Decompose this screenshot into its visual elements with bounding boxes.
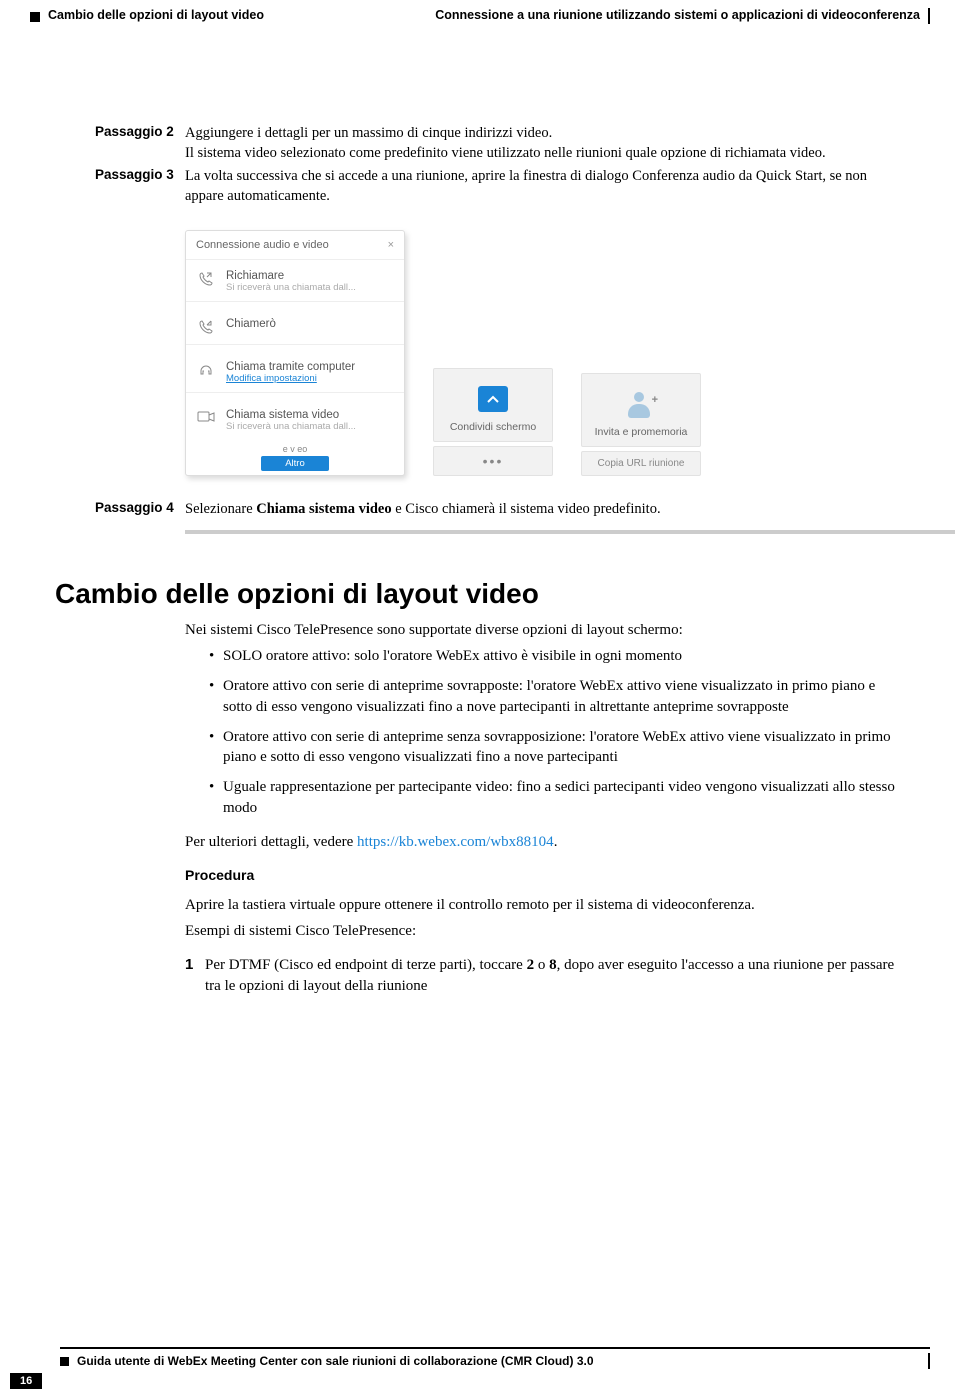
page-header: Cambio delle opzioni di layout video Con… (0, 0, 960, 24)
dialog-other-button[interactable]: Altro (261, 456, 329, 471)
option-call-computer-link[interactable]: Modifica impostazioni (226, 373, 355, 384)
audio-video-dialog: Connessione audio e video × Richiamare S… (185, 230, 405, 476)
option-callback-title: Richiamare (226, 270, 356, 282)
proc-1-mid: o (534, 957, 549, 973)
dialog-title: Connessione audio e video (196, 239, 329, 251)
step-2-row: Passaggio 2 Aggiungere i dettagli per un… (95, 124, 905, 163)
bullet-4-text: Uguale rappresentazione per partecipante… (223, 777, 905, 818)
steps-block: Passaggio 2 Aggiungere i dettagli per un… (95, 124, 905, 206)
step-2-text: Aggiungere i dettagli per un massimo di … (185, 124, 905, 163)
person-plus-icon: + (626, 390, 656, 418)
bullet-1-text: SOLO oratore attivo: solo l'oratore WebE… (223, 646, 682, 666)
footer-vrule (928, 1353, 930, 1369)
footer-marker (60, 1357, 69, 1366)
share-tile-column: Condividi schermo ••• (433, 368, 553, 476)
bullet-3: •Oratore attivo con serie di anteprime s… (209, 727, 905, 768)
dialog-footer: e v eo Altro (186, 444, 404, 475)
share-more-tile[interactable]: ••• (433, 446, 553, 476)
bullet-list: •SOLO oratore attivo: solo l'oratore Web… (209, 646, 905, 818)
headset-icon (196, 361, 216, 379)
header-marker (30, 12, 40, 22)
proc-1-num: 1 (185, 955, 205, 996)
procedure-heading: Procedura (185, 866, 905, 885)
page-number: 16 (10, 1373, 42, 1389)
header-right: Connessione a una riunione utilizzando s… (435, 8, 930, 24)
dialog-foot-tiny: e v eo (186, 444, 404, 454)
step-2-line1: Aggiungere i dettagli per un massimo di … (185, 125, 552, 141)
phone-out-icon (196, 318, 216, 336)
copy-url-label: Copia URL riunione (598, 458, 685, 469)
header-left-text: Cambio delle opzioni di layout video (48, 8, 264, 22)
step-3-row: Passaggio 3 La volta successiva che si a… (95, 167, 905, 206)
bullet-2-text: Oratore attivo con serie di anteprime so… (223, 676, 905, 717)
footer-title: Guida utente di WebEx Meeting Center con… (77, 1354, 920, 1368)
step-4-row: Passaggio 4 Selezionare Chiama sistema v… (95, 500, 905, 520)
invite-label: Invita e promemoria (586, 426, 696, 438)
option-i-will-call[interactable]: Chiamerò (186, 308, 404, 338)
video-system-icon (196, 409, 216, 427)
section-more: Per ulteriori dettagli, vedere https://k… (185, 832, 905, 852)
procedure-intro2: Esempi di sistemi Cisco TelePresence: (185, 921, 905, 941)
invite-tile-column: + Invita e promemoria Copia URL riunione (581, 373, 701, 476)
page-content: Passaggio 2 Aggiungere i dettagli per un… (0, 24, 960, 996)
option-call-computer-title: Chiama tramite computer (226, 361, 355, 373)
step-4-emph: Chiama sistema video (256, 501, 391, 517)
proc-1-text: Per DTMF (Cisco ed endpoint di terze par… (205, 955, 905, 996)
steps-block-2: Passaggio 4 Selezionare Chiama sistema v… (95, 500, 905, 520)
step-4-pre: Selezionare (185, 501, 256, 517)
step-4-post: e Cisco chiamerà il sistema video predef… (392, 501, 661, 517)
copy-url-tile[interactable]: Copia URL riunione (581, 451, 701, 476)
option-callback[interactable]: Richiamare Si riceverà una chiamata dall… (186, 260, 404, 295)
bullet-3-text: Oratore attivo con serie di anteprime se… (223, 727, 905, 768)
section-intro: Nei sistemi Cisco TelePresence sono supp… (185, 620, 905, 640)
step-4-label: Passaggio 4 (95, 500, 185, 520)
option-call-video-system-sub: Si riceverà una chiamata dall... (226, 421, 356, 432)
step-2-line2: Il sistema video selezionato come predef… (185, 145, 826, 161)
header-rule (928, 8, 930, 24)
share-screen-label: Condividi schermo (438, 421, 548, 433)
footer-rule (60, 1347, 930, 1349)
option-i-will-call-title: Chiamerò (226, 318, 276, 330)
bullet-2: •Oratore attivo con serie di anteprime s… (209, 676, 905, 717)
proc-1-b1: 2 (527, 957, 535, 973)
close-icon[interactable]: × (388, 239, 394, 251)
page-footer: Guida utente di WebEx Meeting Center con… (0, 1347, 960, 1389)
section-rule (185, 530, 955, 534)
invite-tile[interactable]: + Invita e promemoria (581, 373, 701, 447)
step-3-text: La volta successiva che si accede a una … (185, 167, 905, 206)
option-callback-sub: Si riceverà una chiamata dall... (226, 282, 356, 293)
step-4-text: Selezionare Chiama sistema video e Cisco… (185, 500, 905, 520)
share-screen-tile[interactable]: Condividi schermo (433, 368, 553, 442)
section-title: Cambio delle opzioni di layout video (55, 578, 905, 610)
option-call-video-system[interactable]: Chiama sistema video Si riceverà una chi… (186, 399, 404, 444)
option-call-computer[interactable]: Chiama tramite computer Modifica imposta… (186, 351, 404, 386)
dialog-header: Connessione audio e video × (186, 231, 404, 260)
bullet-4: •Uguale rappresentazione per partecipant… (209, 777, 905, 818)
step-2-label: Passaggio 2 (95, 124, 185, 163)
header-left: Cambio delle opzioni di layout video (30, 8, 264, 24)
more-link[interactable]: https://kb.webex.com/wbx88104 (357, 834, 554, 850)
option-call-video-system-title: Chiama sistema video (226, 409, 356, 421)
more-pre: Per ulteriori dettagli, vedere (185, 834, 357, 850)
bullet-1: •SOLO oratore attivo: solo l'oratore Web… (209, 646, 905, 666)
proc-1-b2: 8 (549, 957, 557, 973)
chevron-up-icon (478, 386, 508, 412)
procedure-intro1: Aprire la tastiera virtuale oppure otten… (185, 895, 905, 915)
step-3-label: Passaggio 3 (95, 167, 185, 206)
more-post: . (554, 834, 558, 850)
dialog-figure: Connessione audio e video × Richiamare S… (185, 230, 905, 476)
header-right-text: Connessione a una riunione utilizzando s… (435, 8, 920, 22)
phone-in-icon (196, 270, 216, 288)
ellipsis-icon: ••• (483, 453, 504, 469)
proc-1-pre: Per DTMF (Cisco ed endpoint di terze par… (205, 957, 527, 973)
section-body: Nei sistemi Cisco TelePresence sono supp… (185, 620, 905, 996)
procedure-step-1: 1 Per DTMF (Cisco ed endpoint di terze p… (185, 955, 905, 996)
